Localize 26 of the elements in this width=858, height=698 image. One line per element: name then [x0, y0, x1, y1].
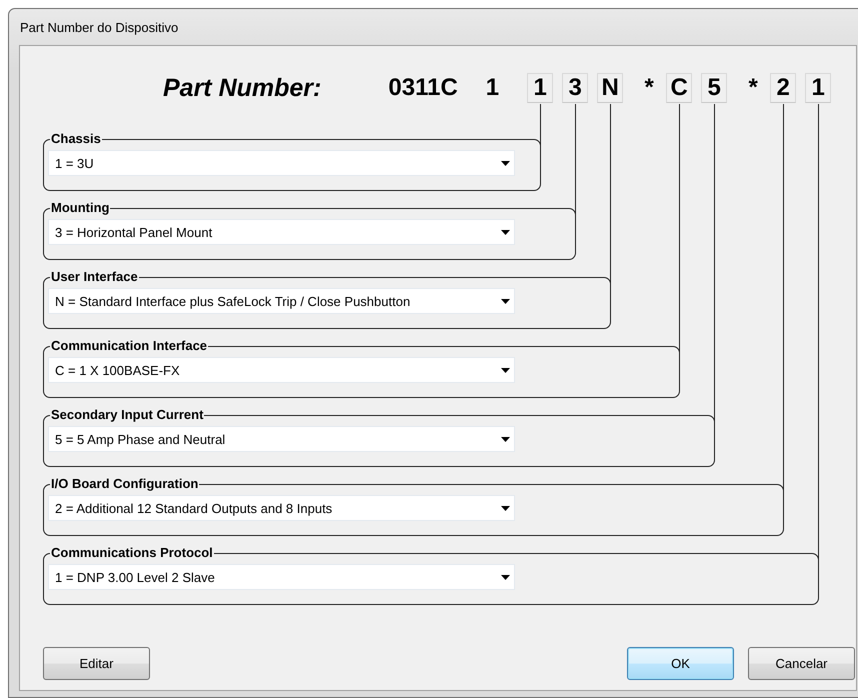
code-digit-box: 5 — [701, 73, 728, 103]
code-digit-box: C — [666, 73, 692, 103]
code-text: * — [643, 73, 655, 103]
group-title: Secondary Input Current — [50, 407, 204, 423]
code-digit-box: 3 — [562, 73, 588, 103]
edit-button[interactable]: Editar — [43, 647, 150, 680]
cancel-button[interactable]: Cancelar — [748, 647, 855, 680]
dropdown[interactable]: 5 = 5 Amp Phase and Neutral — [48, 426, 515, 452]
code-digit-box: N — [597, 73, 624, 103]
dropdown[interactable]: C = 1 X 100BASE-FX — [48, 357, 515, 383]
group-title: Mounting — [50, 200, 110, 216]
code-digit-box: 1 — [805, 73, 832, 103]
code-text: 1 — [486, 73, 500, 103]
code-digit-box: 1 — [527, 73, 554, 103]
group-title: I/O Board Configuration — [50, 476, 200, 492]
dropdown[interactable]: 3 = Horizontal Panel Mount — [48, 219, 515, 245]
dropdown[interactable]: N = Standard Interface plus SafeLock Trip / Close Pushbutton — [48, 288, 515, 314]
dropdown[interactable]: 1 = 3U — [48, 150, 515, 176]
code-text: 0311C — [388, 73, 458, 103]
window-title: Part Number do Dispositivo — [20, 20, 178, 34]
code-digit-box: 2 — [770, 73, 796, 103]
part-number-label: Part Number: — [163, 74, 322, 102]
ok-button[interactable]: OK — [627, 647, 734, 680]
dropdown[interactable]: 2 = Additional 12 Standard Outputs and 8 Inputs — [48, 495, 515, 521]
dropdown[interactable]: 1 = DNP 3.00 Level 2 Slave — [48, 564, 515, 590]
code-text: * — [747, 73, 759, 103]
